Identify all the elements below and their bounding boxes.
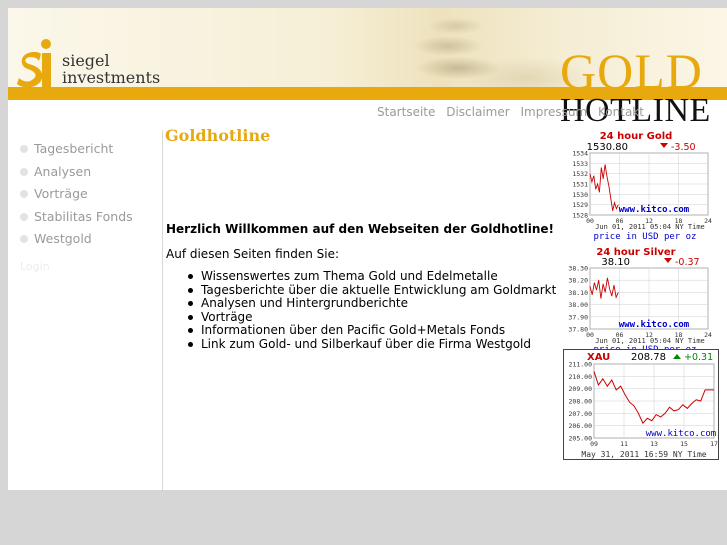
gold-y-tick-label: 1529 xyxy=(572,201,588,209)
silver-watermark: www.kitco.com xyxy=(619,319,690,330)
silver-change: -0.37 xyxy=(675,257,700,268)
gold-chart: 24 hour Gold 1530.80 -3.50 1534 1533 1532 1… xyxy=(572,131,712,242)
xau-x-tick-label: 09 xyxy=(590,440,598,448)
bullet-icon xyxy=(20,144,28,153)
gold-price-widget[interactable]: 24 hour Gold 1530.80 -3.50 1534 1533 1532 1… xyxy=(560,129,720,242)
xau-y-tick-label: 205.00 xyxy=(569,435,593,443)
gold-x-tick-label: 00 xyxy=(586,217,594,225)
gold-title: 24 hour Gold xyxy=(600,131,673,142)
list-item: Vorträge xyxy=(166,310,556,325)
gold-y-tick-label: 1533 xyxy=(572,160,588,168)
silver-y-tick-label: 37.90 xyxy=(568,313,588,321)
xau-watermark: www.kitco.com xyxy=(646,429,716,439)
silver-price-widget[interactable]: 24 hour Silver 38.10 -0.37 38.30 38.20 38.… xyxy=(560,245,720,354)
siegel-logo-icon[interactable] xyxy=(14,38,60,88)
silver-y-tick-label: 38.20 xyxy=(568,277,588,285)
list-item: Wissenswertes zum Thema Gold und Edelmet… xyxy=(166,269,556,284)
xau-chart: XAU 208.78 +0.31 211.00210.00209.00208.0… xyxy=(563,349,719,460)
xau-change: +0.31 xyxy=(684,352,713,363)
gold-change: -3.50 xyxy=(671,142,696,153)
bullet-icon xyxy=(20,212,28,221)
gold-y-tick-label: 1531 xyxy=(572,181,588,189)
login-link[interactable]: Login xyxy=(20,260,50,273)
sidebar-item-label: Stabilitas Fonds xyxy=(34,209,133,224)
sidebar-item-label: Vorträge xyxy=(34,186,88,201)
sidebar-item-vortraege[interactable]: Vorträge xyxy=(20,186,88,201)
xau-x-tick-label: 15 xyxy=(680,440,688,448)
feature-list: Wissenswertes zum Thema Gold und Edelmet… xyxy=(166,269,556,352)
nav-disclaimer[interactable]: Disclaimer xyxy=(446,105,509,119)
sidebar-item-westgold[interactable]: Westgold xyxy=(20,231,92,246)
list-item: Informationen über den Pacific Gold+Meta… xyxy=(166,323,556,338)
brand-name-line2: investments xyxy=(62,68,161,87)
top-navigation: Startseite Disclaimer Impressum Kontakt xyxy=(377,105,651,119)
gold-price: 1530.80 xyxy=(587,142,628,153)
intro-text: Auf diesen Seiten finden Sie: xyxy=(166,247,340,261)
banner-gold-word: GOLD xyxy=(560,43,703,99)
sidebar-item-label: Westgold xyxy=(34,231,92,246)
xau-timestamp: May 31, 2011 16:59 NY Time xyxy=(581,450,706,459)
sidebar-item-label: Analysen xyxy=(34,164,92,179)
silver-timestamp: Jun 01, 2011 05:04 NY Time xyxy=(595,337,705,345)
welcome-heading: Herzlich Willkommen auf den Webseiten de… xyxy=(166,222,555,236)
silver-chart: 24 hour Silver 38.10 -0.37 38.3038.2038.… xyxy=(568,247,712,354)
sidebar-item-tagesbericht[interactable]: Tagesbericht xyxy=(20,141,113,156)
down-arrow-icon xyxy=(660,143,668,148)
gold-footer: price in USD per oz xyxy=(594,232,697,242)
silver-price: 38.10 xyxy=(601,257,630,268)
nav-kontakt[interactable]: Kontakt xyxy=(598,105,644,119)
sidebar-item-analysen[interactable]: Analysen xyxy=(20,164,91,179)
silver-x-tick-label: 24 xyxy=(704,331,712,339)
page: siegel investments GOLD HOTLINE Startsei… xyxy=(8,8,727,490)
down-arrow-icon xyxy=(664,258,672,263)
xau-y-tick-label: 208.00 xyxy=(569,398,593,406)
silver-x-tick-label: 00 xyxy=(586,331,594,339)
gold-watermark: www.kitco.com xyxy=(619,204,690,215)
gold-y-axis: 1534153315321531153015291528 xyxy=(572,150,588,220)
bullet-icon xyxy=(20,167,28,176)
xau-y-tick-label: 206.00 xyxy=(569,422,593,430)
list-item: Analysen und Hintergrundberichte xyxy=(166,296,556,311)
bullet-icon xyxy=(20,234,28,243)
page-title: Goldhotline xyxy=(165,126,271,145)
gold-y-tick-label: 1534 xyxy=(572,150,588,158)
xau-y-tick-label: 210.00 xyxy=(569,373,593,381)
sidebar: Tagesbericht Analysen Vorträge Stabilita… xyxy=(8,130,163,490)
coin-stack-image xyxy=(338,8,588,94)
list-item: Link zum Gold- und Silberkauf über die F… xyxy=(166,337,556,352)
xau-x-tick-label: 11 xyxy=(620,440,628,448)
silver-y-tick-label: 38.10 xyxy=(568,289,588,297)
gold-y-tick-label: 1530 xyxy=(572,191,588,199)
sidebar-item-stabilitas-fonds[interactable]: Stabilitas Fonds xyxy=(20,209,133,224)
xau-y-tick-label: 209.00 xyxy=(569,385,593,393)
bullet-icon xyxy=(20,189,28,198)
nav-startseite[interactable]: Startseite xyxy=(377,105,435,119)
xau-index-widget[interactable]: XAU 208.78 +0.31 211.00 210.00 209.00 208.0… xyxy=(563,349,719,460)
xau-y-tick-label: 207.00 xyxy=(569,410,593,418)
silver-y-tick-label: 38.30 xyxy=(568,265,588,273)
xau-x-tick-label: 17 xyxy=(710,440,718,448)
gold-x-tick-label: 24 xyxy=(704,217,712,225)
xau-price: 208.78 xyxy=(631,352,666,363)
nav-impressum[interactable]: Impressum xyxy=(520,105,587,119)
xau-x-tick-label: 13 xyxy=(650,440,658,448)
xau-y-tick-label: 211.00 xyxy=(569,361,593,369)
silver-y-tick-label: 38.00 xyxy=(568,301,588,309)
silver-y-axis: 38.3038.2038.1038.0037.9037.80 xyxy=(568,265,588,334)
list-item: Tagesberichte über die aktuelle Entwickl… xyxy=(166,283,556,298)
gold-timestamp: Jun 01, 2011 05:04 NY Time xyxy=(595,223,705,231)
sidebar-item-label: Tagesbericht xyxy=(34,141,114,156)
gold-y-tick-label: 1532 xyxy=(572,170,588,178)
